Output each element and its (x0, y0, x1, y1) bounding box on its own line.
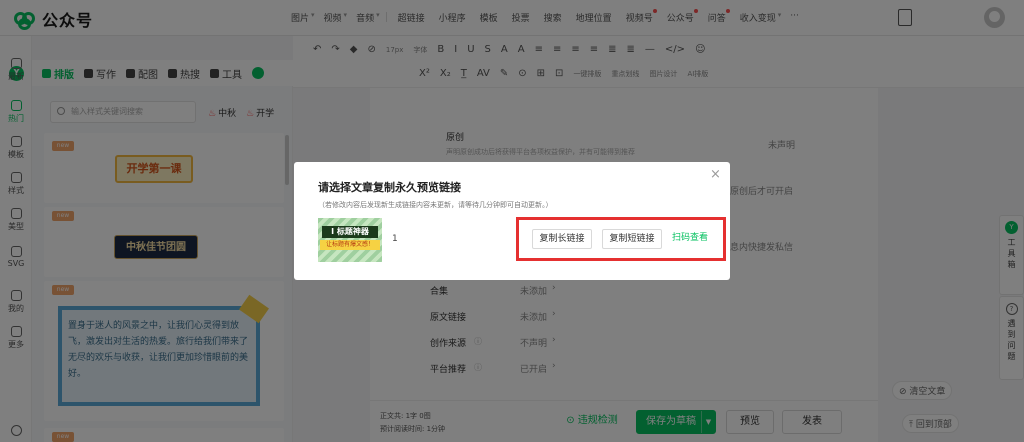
copy-short-link-button[interactable]: 复制短链接 (602, 229, 662, 249)
thumbnail-subtitle: 让标题有爆文感！ (320, 240, 380, 250)
copy-link-dialog: 请选择文章复制永久预览链接 （若修改内容后发现新生成链接内容未更新，请等待几分钟… (294, 162, 730, 280)
article-index: 1 (392, 234, 398, 244)
close-icon[interactable]: × (710, 167, 721, 182)
dialog-note: （若修改内容后发现新生成链接内容未更新，请等待几分钟即可自动更新。） (318, 201, 553, 209)
copy-long-link-button[interactable]: 复制长链接 (532, 229, 592, 249)
dialog-title: 请选择文章复制永久预览链接 (318, 181, 461, 194)
thumbnail-title: I 标题神器 (322, 226, 378, 238)
article-thumbnail: I 标题神器 让标题有爆文感！ (318, 218, 382, 262)
scan-qr-button[interactable]: 扫码查看 (669, 229, 711, 249)
